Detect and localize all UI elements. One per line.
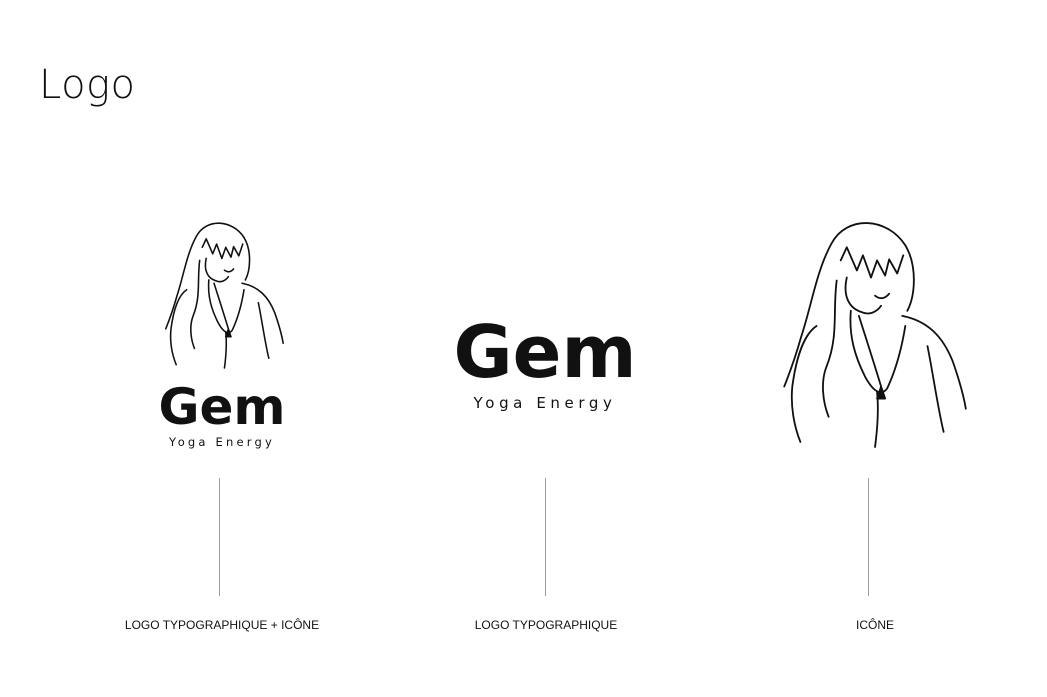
variant-caption: ICÔNE <box>855 618 894 632</box>
page-title: Logo <box>39 62 136 108</box>
woman-line-art-icon <box>164 222 284 369</box>
brand-tagline: Yoga Energy <box>169 435 275 449</box>
woman-line-art-icon <box>783 222 967 448</box>
brand-wordmark: Gem <box>453 310 637 394</box>
variant-caption: LOGO TYPOGRAPHIQUE + ICÔNE <box>124 618 320 632</box>
brand-tagline: Yoga Energy <box>473 394 617 412</box>
divider-line <box>545 478 546 596</box>
divider-line <box>868 478 869 596</box>
brand-wordmark: Gem <box>158 378 286 436</box>
divider-line <box>219 478 220 596</box>
variant-caption: LOGO TYPOGRAPHIQUE <box>474 618 618 632</box>
